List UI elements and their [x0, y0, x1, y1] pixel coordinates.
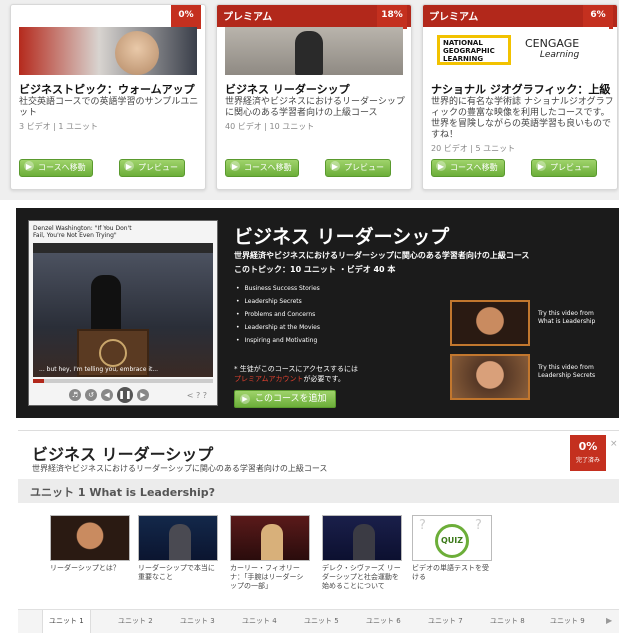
national-geographic-logo: NATIONAL GEOGRAPHIC LEARNING — [437, 35, 511, 65]
go-to-course-button[interactable]: コースへ移動 — [225, 159, 299, 177]
close-icon[interactable]: × — [610, 439, 618, 449]
go-to-course-button[interactable]: コースへ移動 — [431, 159, 505, 177]
quiz-icon: QUIZ — [435, 524, 469, 558]
volume-icon[interactable]: ♬ — [69, 389, 81, 401]
preview-button[interactable]: プレビュー — [531, 159, 597, 177]
topic-item: Inspiring and Motivating — [236, 334, 320, 347]
video-thumbnail[interactable] — [50, 515, 130, 561]
quiz-item[interactable]: ? QUIZ ? ビデオの単語テストを受ける — [412, 515, 492, 582]
video-thumbnail[interactable] — [230, 515, 310, 561]
tab-unit-5[interactable]: ユニット 5 — [304, 616, 339, 626]
completion-badge: 0% 完了済み — [570, 435, 606, 471]
video-thumbnail[interactable] — [322, 515, 402, 561]
topic-item: Business Success Stories — [236, 282, 320, 295]
course-thumbnail[interactable] — [19, 27, 197, 75]
topic-item: Leadership at the Movies — [236, 321, 320, 334]
forward-icon[interactable]: ▶ — [137, 389, 149, 401]
video-player[interactable]: Denzel Washington: "If You Don't Fail, Y… — [28, 220, 218, 406]
tab-unit-6[interactable]: ユニット 6 — [366, 616, 401, 626]
video-progress-bar[interactable] — [33, 379, 213, 383]
preview-button[interactable]: プレビュー — [325, 159, 391, 177]
tab-unit-8[interactable]: ユニット 8 — [490, 616, 525, 626]
course-description: 社交英語コースでの英語学習のサンプルユニット — [19, 97, 199, 118]
topic-item: Problems and Concerns — [236, 308, 320, 321]
chevron-right-icon[interactable]: ▶ — [606, 616, 612, 625]
quiz-caption[interactable]: ビデオの単語テストを受ける — [412, 564, 492, 582]
video-item[interactable]: リーダーシップで本当に重要なこと — [138, 515, 218, 582]
course-thumbnail[interactable]: NATIONAL GEOGRAPHIC LEARNING CENGAGE Lea… — [431, 27, 609, 75]
course-card-national-geographic[interactable]: プレミアム 6% NATIONAL GEOGRAPHIC LEARNING CE… — [422, 4, 618, 190]
course-card-business-topic[interactable]: 0% ビジネストピック：ウォームアップ 社交英語コースでの英語学習のサンプルユニ… — [10, 4, 206, 190]
video-caption[interactable]: デレク・シヴァーズ リーダーシップと社会運動を始めることについて — [322, 564, 402, 591]
video-item[interactable]: カーリー・フィオリーナ：「手腕はリーダーシップの一部」 — [230, 515, 310, 591]
video-toolbar — [33, 243, 213, 253]
course-title[interactable]: ビジネス リーダーシップ — [225, 81, 407, 97]
unit-tabs: ユニット 1 ユニット 2 ユニット 3 ユニット 4 ユニット 5 ユニット … — [18, 609, 619, 633]
course-description: 世界経済やビジネスにおけるリーダーシップに関心のある学習者向けの上級コース — [225, 97, 405, 118]
cengage-logo: CENGAGE Learning — [525, 37, 580, 60]
back-icon[interactable]: ◀ — [101, 389, 113, 401]
progress-badge: 0% — [171, 5, 201, 29]
promo-subtitle: 世界経済やビジネスにおけるリーダーシップに関心のある学習者向けの上級コース — [234, 251, 530, 260]
premium-label: プレミアム — [223, 12, 273, 23]
video-caption[interactable]: カーリー・フィオリーナ：「手腕はリーダーシップの一部」 — [230, 564, 310, 591]
video-screen[interactable]: ... but hey, I'm telling you, embrace it… — [33, 253, 213, 377]
video-item[interactable]: リーダーシップとは？ — [50, 515, 130, 573]
share-icon[interactable]: < ? ? — [187, 391, 207, 400]
course-description: 世界的に有名な学術誌 ナショナルジオグラフィックの豊富な映像を利用したコースです… — [431, 97, 614, 140]
tab-unit-4[interactable]: ユニット 4 — [242, 616, 277, 626]
course-meta: 40 ビデオ | 10 ユニット — [225, 122, 315, 131]
rewind-icon[interactable]: ↺ — [85, 389, 97, 401]
go-to-course-button[interactable]: コースへ移動 — [19, 159, 93, 177]
topic-list: Business Success Stories Leadership Secr… — [236, 282, 320, 347]
unit-header: ユニット 1 What is Leadership? — [18, 479, 619, 503]
progress-badge: 6% — [583, 5, 613, 29]
course-cards-row: 0% ビジネストピック：ウォームアップ 社交英語コースでの英語学習のサンプルユニ… — [0, 0, 619, 200]
progress-badge: 18% — [377, 5, 407, 29]
tab-unit-7[interactable]: ユニット 7 — [428, 616, 463, 626]
course-subtitle: 世界経済やビジネスにおけるリーダーシップに関心のある学習者向けの上級コース — [32, 464, 328, 473]
video-title: Denzel Washington: "If You Don't Fail, Y… — [33, 225, 132, 239]
course-title[interactable]: ビジネストピック：ウォームアップ — [19, 81, 201, 97]
pause-icon[interactable]: ❚❚ — [117, 387, 133, 403]
video-controls: ♬ ↺ ◀ ❚❚ ▶ — [69, 387, 159, 403]
course-promo-panel: Denzel Washington: "If You Don't Fail, Y… — [16, 208, 619, 418]
video-caption[interactable]: リーダーシップとは？ — [50, 564, 130, 573]
course-meta: 3 ビデオ | 1 ユニット — [19, 122, 99, 131]
tab-unit-3[interactable]: ユニット 3 — [180, 616, 215, 626]
video-thumbnail[interactable] — [138, 515, 218, 561]
tab-unit-2[interactable]: ユニット 2 — [118, 616, 153, 626]
unit-title: ユニット 1 What is Leadership? — [30, 486, 215, 499]
video-thumbnail[interactable] — [450, 300, 530, 346]
try-video-leadership-secrets[interactable]: Try this video from Leadership Secrets — [450, 354, 600, 400]
try-video-label: Try this video from Leadership Secrets — [538, 364, 596, 379]
video-thumbnail[interactable] — [450, 354, 530, 400]
course-meta: 20 ビデオ | 5 ユニット — [431, 144, 516, 153]
video-item[interactable]: デレク・シヴァーズ リーダーシップと社会運動を始めることについて — [322, 515, 402, 591]
course-title: ビジネス リーダーシップ — [32, 445, 214, 464]
try-video-what-is-leadership[interactable]: Try this video from What is Leadership — [450, 300, 600, 346]
quiz-thumbnail[interactable]: ? QUIZ ? — [412, 515, 492, 561]
course-detail-panel: ビジネス リーダーシップ 世界経済やビジネスにおけるリーダーシップに関心のある学… — [18, 430, 619, 633]
preview-button[interactable]: プレビュー — [119, 159, 185, 177]
tab-unit-1[interactable]: ユニット 1 — [42, 610, 91, 633]
add-course-button[interactable]: このコースを追加 — [234, 390, 336, 408]
course-card-business-leadership[interactable]: プレミアム 18% ビジネス リーダーシップ 世界経済やビジネスにおけるリーダー… — [216, 4, 412, 190]
promo-title: ビジネス リーダーシップ — [234, 226, 450, 248]
try-video-label: Try this video from What is Leadership — [538, 310, 596, 325]
tab-unit-9[interactable]: ユニット 9 — [550, 616, 585, 626]
promo-topic-count: このトピック：10 ユニット ・ビデオ 40 本 — [234, 265, 396, 274]
course-title[interactable]: ナショナル ジオグラフィック：上級 — [431, 81, 613, 97]
video-caption[interactable]: リーダーシップで本当に重要なこと — [138, 564, 218, 582]
access-note: * 生徒がこのコースにアクセスするには プレミアムアカウントが必要です。 — [234, 365, 359, 383]
premium-label: プレミアム — [429, 12, 479, 23]
premium-account-link[interactable]: プレミアムアカウント — [234, 375, 304, 383]
video-caption: ... but hey, I'm telling you, embrace it… — [39, 366, 159, 373]
topic-item: Leadership Secrets — [236, 295, 320, 308]
course-thumbnail[interactable] — [225, 27, 403, 75]
